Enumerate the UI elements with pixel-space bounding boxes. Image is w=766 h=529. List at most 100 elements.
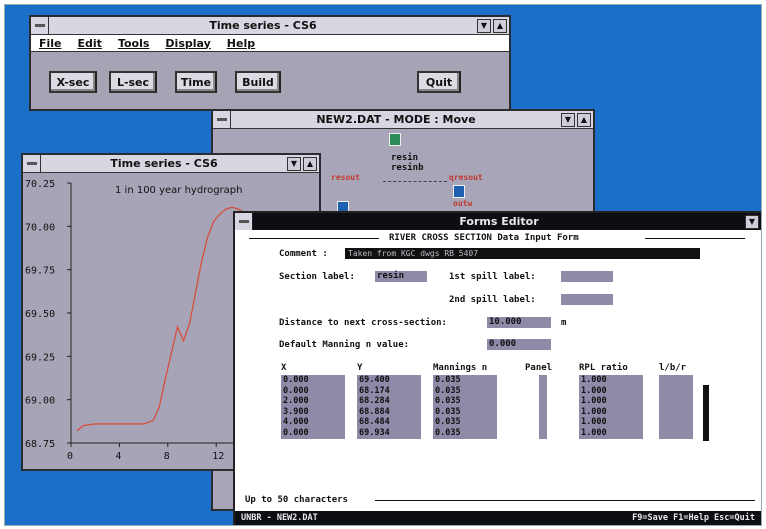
x-cell[interactable]: 4.000 — [281, 417, 345, 428]
hint-text: Up to 50 characters — [245, 495, 348, 505]
manning-value: 0.000 — [489, 339, 517, 349]
window-title: NEW2.DAT - MODE : Move — [316, 113, 476, 126]
menu-file[interactable]: File — [39, 37, 62, 50]
mannings-column[interactable]: 0.035 0.035 0.035 0.035 0.035 0.035 — [433, 375, 497, 439]
build-button[interactable]: Build — [235, 71, 281, 93]
system-menu-icon[interactable] — [23, 155, 41, 172]
form-border-right — [645, 238, 745, 239]
distance-input[interactable]: 10.000 — [487, 317, 551, 328]
minimize-icon[interactable]: ▼ — [745, 214, 759, 229]
x-sec-button[interactable]: X-sec — [49, 71, 97, 93]
col-header-lbr: l/b/r — [659, 363, 687, 373]
system-menu-icon[interactable] — [31, 17, 49, 34]
scrollbar[interactable] — [703, 385, 709, 441]
x-cell[interactable]: 0.000 — [281, 428, 345, 439]
mannings-cell[interactable]: 0.035 — [433, 428, 497, 439]
y-tick-label: 70.00 — [25, 222, 55, 233]
rpl-cell[interactable]: 1.000 — [579, 386, 643, 397]
mannings-cell[interactable]: 0.035 — [433, 417, 497, 428]
desktop: Time series - CS6 ▼ ▲ File Edit Tools Di… — [4, 4, 762, 526]
y-cell[interactable]: 68.174 — [357, 386, 421, 397]
system-menu-icon[interactable] — [235, 213, 253, 230]
system-menu-icon[interactable] — [213, 111, 231, 128]
outflow-node-icon[interactable] — [453, 185, 465, 198]
node-label-outw[interactable]: outw — [453, 199, 472, 208]
section-label: Section label: — [279, 272, 355, 282]
menu-display[interactable]: Display — [165, 37, 210, 50]
time-button[interactable]: Time — [175, 71, 217, 93]
col-header-x: X — [281, 363, 287, 373]
section-value: resin — [377, 271, 405, 281]
y-cell[interactable]: 68.484 — [357, 417, 421, 428]
menu-tools[interactable]: Tools — [118, 37, 149, 50]
chart-title: 1 in 100 year hydrograph — [115, 185, 242, 196]
menu-help[interactable]: Help — [227, 37, 255, 50]
rpl-cell[interactable]: 1.000 — [579, 417, 643, 428]
rpl-cell[interactable]: 1.000 — [579, 396, 643, 407]
window-title: Time series - CS6 — [209, 19, 317, 32]
status-bar: UNBR - NEW2.DAT F9=Save F1=Help Esc=Quit — [235, 511, 761, 525]
x-cell[interactable]: 0.000 — [281, 375, 345, 386]
forms-editor-window: Forms Editor ▼ RIVER CROSS SECTION Data … — [233, 211, 761, 525]
mannings-cell[interactable]: 0.035 — [433, 375, 497, 386]
rpl-column[interactable]: 1.000 1.000 1.000 1.000 1.000 1.000 — [579, 375, 643, 439]
menu-edit[interactable]: Edit — [78, 37, 102, 50]
x-cell[interactable]: 3.900 — [281, 407, 345, 418]
status-left: UNBR - NEW2.DAT — [241, 513, 318, 523]
y-tick-label: 69.25 — [25, 352, 55, 363]
x-column[interactable]: 0.000 0.000 2.000 3.900 4.000 0.000 — [281, 375, 345, 439]
spill2-input[interactable] — [561, 294, 613, 305]
forms-title-bar[interactable]: Forms Editor ▼ — [235, 213, 761, 230]
minimize-icon[interactable]: ▼ — [477, 18, 491, 33]
reservoir-node-icon[interactable] — [389, 133, 401, 146]
minimize-icon[interactable]: ▼ — [561, 112, 575, 127]
manning-input[interactable]: 0.000 — [487, 339, 551, 350]
x-cell[interactable]: 2.000 — [281, 396, 345, 407]
col-header-panel: Panel — [525, 363, 553, 373]
form-title: RIVER CROSS SECTION Data Input Form — [385, 233, 583, 243]
panel-column[interactable] — [539, 375, 547, 439]
spill2-label: 2nd spill label: — [449, 295, 536, 305]
node-label-qresout[interactable]: qresout — [449, 173, 483, 182]
rpl-cell[interactable]: 1.000 — [579, 428, 643, 439]
y-cell[interactable]: 69.934 — [357, 428, 421, 439]
mannings-cell[interactable]: 0.035 — [433, 386, 497, 397]
x-tick-label: 8 — [164, 451, 170, 462]
node-label-resin[interactable]: resin — [391, 153, 418, 163]
distance-value: 10.000 — [489, 317, 522, 327]
node-label-resinb[interactable]: resinb — [391, 163, 424, 173]
maximize-icon[interactable]: ▲ — [303, 156, 317, 171]
spill1-input[interactable] — [561, 271, 613, 282]
form-border-left — [249, 238, 379, 239]
y-column[interactable]: 69.400 68.174 68.284 68.884 68.484 69.93… — [357, 375, 421, 439]
col-header-y: Y — [357, 363, 363, 373]
rpl-cell[interactable]: 1.000 — [579, 375, 643, 386]
x-tick-label: 12 — [212, 451, 224, 462]
link-line — [383, 181, 447, 182]
new2-title-bar[interactable]: NEW2.DAT - MODE : Move ▼ ▲ — [213, 111, 593, 129]
menu-bar: File Edit Tools Display Help — [31, 35, 509, 52]
section-label-input[interactable]: resin — [375, 271, 427, 282]
y-tick-label: 68.75 — [25, 439, 55, 450]
y-cell[interactable]: 68.884 — [357, 407, 421, 418]
maximize-icon[interactable]: ▲ — [577, 112, 591, 127]
chart-title-bar[interactable]: Time series - CS6 ▼ ▲ — [23, 155, 319, 173]
comment-input[interactable]: Taken from KGC dwgs RB 5407 — [345, 248, 700, 259]
y-tick-label: 69.50 — [25, 309, 55, 320]
distance-unit: m — [561, 318, 567, 328]
y-cell[interactable]: 68.284 — [357, 396, 421, 407]
maximize-icon[interactable]: ▲ — [493, 18, 507, 33]
node-label-resout[interactable]: resout — [331, 173, 360, 182]
y-tick-label: 69.00 — [25, 396, 55, 407]
x-cell[interactable]: 0.000 — [281, 386, 345, 397]
time-series-main-window: Time series - CS6 ▼ ▲ File Edit Tools Di… — [29, 15, 511, 111]
minimize-icon[interactable]: ▼ — [287, 156, 301, 171]
quit-button[interactable]: Quit — [417, 71, 461, 93]
rpl-cell[interactable]: 1.000 — [579, 407, 643, 418]
mannings-cell[interactable]: 0.035 — [433, 396, 497, 407]
l-sec-button[interactable]: L-sec — [109, 71, 157, 93]
mannings-cell[interactable]: 0.035 — [433, 407, 497, 418]
main-title-bar[interactable]: Time series - CS6 ▼ ▲ — [31, 17, 509, 35]
y-cell[interactable]: 69.400 — [357, 375, 421, 386]
lbr-column[interactable] — [659, 375, 693, 439]
